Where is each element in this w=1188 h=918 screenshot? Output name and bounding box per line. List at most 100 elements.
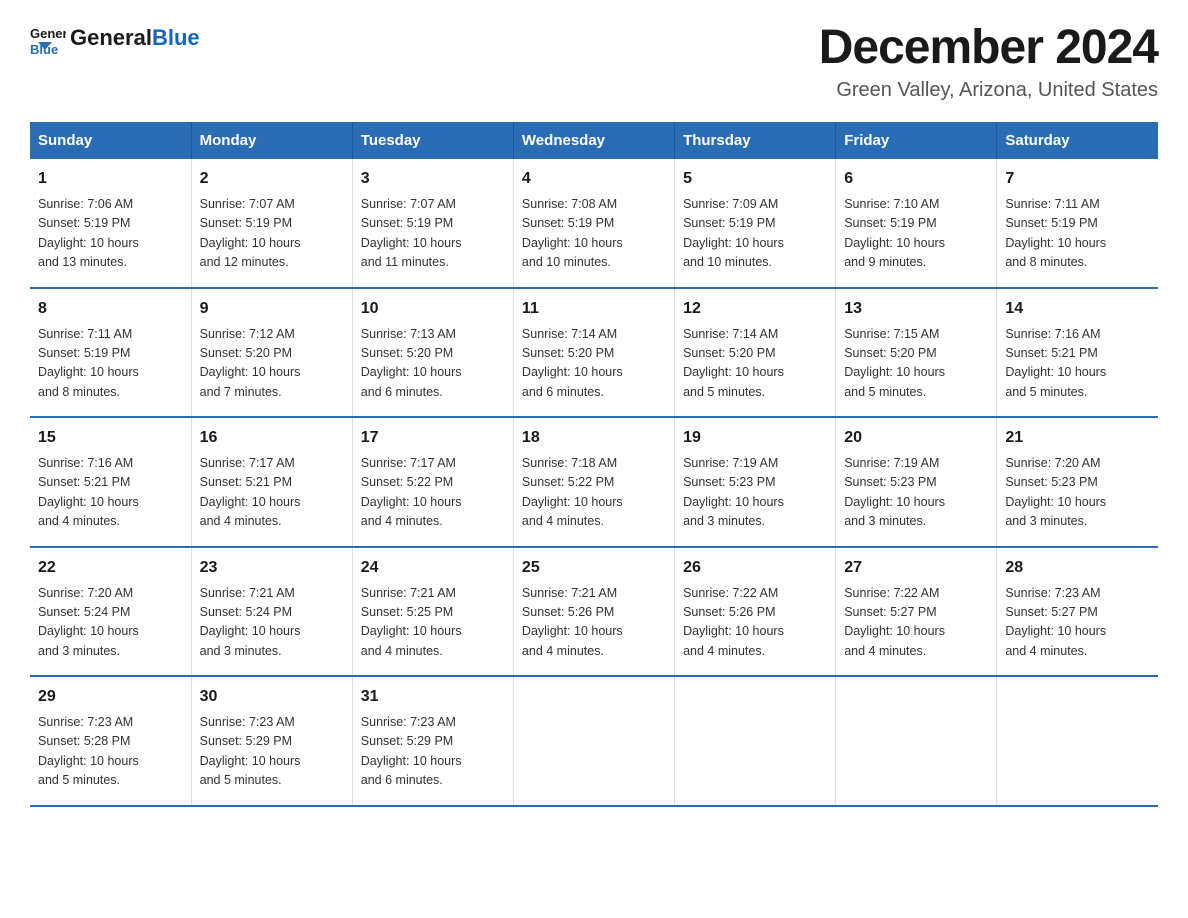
day-number: 30 xyxy=(200,685,344,709)
calendar-cell: 2 Sunrise: 7:07 AM Sunset: 5:19 PM Dayli… xyxy=(191,159,352,288)
page-header: General Blue GeneralBlue December 2024 G… xyxy=(30,20,1158,102)
calendar-cell: 26 Sunrise: 7:22 AM Sunset: 5:26 PM Dayl… xyxy=(675,547,836,677)
day-number: 15 xyxy=(38,426,183,450)
day-number: 29 xyxy=(38,685,183,709)
day-info: Sunrise: 7:11 AM Sunset: 5:19 PM Dayligh… xyxy=(38,325,183,403)
day-number: 18 xyxy=(522,426,666,450)
calendar-cell: 16 Sunrise: 7:17 AM Sunset: 5:21 PM Dayl… xyxy=(191,417,352,547)
calendar-cell: 30 Sunrise: 7:23 AM Sunset: 5:29 PM Dayl… xyxy=(191,676,352,806)
calendar-cell: 31 Sunrise: 7:23 AM Sunset: 5:29 PM Dayl… xyxy=(352,676,513,806)
day-number: 5 xyxy=(683,167,827,191)
day-info: Sunrise: 7:17 AM Sunset: 5:22 PM Dayligh… xyxy=(361,454,505,532)
header-row: Sunday Monday Tuesday Wednesday Thursday… xyxy=(30,122,1158,159)
day-info: Sunrise: 7:16 AM Sunset: 5:21 PM Dayligh… xyxy=(38,454,183,532)
day-number: 14 xyxy=(1005,297,1150,321)
day-info: Sunrise: 7:06 AM Sunset: 5:19 PM Dayligh… xyxy=(38,195,183,273)
calendar-cell: 21 Sunrise: 7:20 AM Sunset: 5:23 PM Dayl… xyxy=(997,417,1158,547)
day-number: 21 xyxy=(1005,426,1150,450)
calendar-table: Sunday Monday Tuesday Wednesday Thursday… xyxy=(30,122,1158,807)
day-number: 3 xyxy=(361,167,505,191)
svg-text:General: General xyxy=(30,26,66,41)
calendar-cell xyxy=(675,676,836,806)
day-info: Sunrise: 7:11 AM Sunset: 5:19 PM Dayligh… xyxy=(1005,195,1150,273)
calendar-cell: 12 Sunrise: 7:14 AM Sunset: 5:20 PM Dayl… xyxy=(675,288,836,418)
col-monday: Monday xyxy=(191,122,352,159)
calendar-week-3: 15 Sunrise: 7:16 AM Sunset: 5:21 PM Dayl… xyxy=(30,417,1158,547)
calendar-week-2: 8 Sunrise: 7:11 AM Sunset: 5:19 PM Dayli… xyxy=(30,288,1158,418)
logo-general: General xyxy=(70,25,152,50)
day-info: Sunrise: 7:20 AM Sunset: 5:24 PM Dayligh… xyxy=(38,584,183,662)
day-info: Sunrise: 7:21 AM Sunset: 5:26 PM Dayligh… xyxy=(522,584,666,662)
day-number: 11 xyxy=(522,297,666,321)
month-title: December 2024 xyxy=(819,20,1158,75)
day-number: 10 xyxy=(361,297,505,321)
day-info: Sunrise: 7:23 AM Sunset: 5:28 PM Dayligh… xyxy=(38,713,183,791)
day-number: 20 xyxy=(844,426,988,450)
calendar-cell xyxy=(997,676,1158,806)
day-info: Sunrise: 7:23 AM Sunset: 5:29 PM Dayligh… xyxy=(200,713,344,791)
calendar-cell: 4 Sunrise: 7:08 AM Sunset: 5:19 PM Dayli… xyxy=(513,159,674,288)
day-info: Sunrise: 7:20 AM Sunset: 5:23 PM Dayligh… xyxy=(1005,454,1150,532)
day-info: Sunrise: 7:13 AM Sunset: 5:20 PM Dayligh… xyxy=(361,325,505,403)
day-info: Sunrise: 7:22 AM Sunset: 5:26 PM Dayligh… xyxy=(683,584,827,662)
day-number: 19 xyxy=(683,426,827,450)
day-info: Sunrise: 7:23 AM Sunset: 5:27 PM Dayligh… xyxy=(1005,584,1150,662)
calendar-cell xyxy=(513,676,674,806)
day-info: Sunrise: 7:10 AM Sunset: 5:19 PM Dayligh… xyxy=(844,195,988,273)
day-info: Sunrise: 7:12 AM Sunset: 5:20 PM Dayligh… xyxy=(200,325,344,403)
calendar-body: 1 Sunrise: 7:06 AM Sunset: 5:19 PM Dayli… xyxy=(30,159,1158,806)
calendar-cell: 9 Sunrise: 7:12 AM Sunset: 5:20 PM Dayli… xyxy=(191,288,352,418)
calendar-cell: 17 Sunrise: 7:17 AM Sunset: 5:22 PM Dayl… xyxy=(352,417,513,547)
logo-icon: General Blue xyxy=(30,20,66,56)
day-number: 23 xyxy=(200,556,344,580)
calendar-week-1: 1 Sunrise: 7:06 AM Sunset: 5:19 PM Dayli… xyxy=(30,159,1158,288)
logo-blue: Blue xyxy=(152,25,200,50)
calendar-header: Sunday Monday Tuesday Wednesday Thursday… xyxy=(30,122,1158,159)
calendar-cell: 25 Sunrise: 7:21 AM Sunset: 5:26 PM Dayl… xyxy=(513,547,674,677)
logo: General Blue GeneralBlue xyxy=(30,20,200,56)
calendar-cell: 20 Sunrise: 7:19 AM Sunset: 5:23 PM Dayl… xyxy=(836,417,997,547)
col-wednesday: Wednesday xyxy=(513,122,674,159)
day-number: 4 xyxy=(522,167,666,191)
day-number: 1 xyxy=(38,167,183,191)
calendar-cell: 22 Sunrise: 7:20 AM Sunset: 5:24 PM Dayl… xyxy=(30,547,191,677)
day-info: Sunrise: 7:22 AM Sunset: 5:27 PM Dayligh… xyxy=(844,584,988,662)
calendar-cell: 13 Sunrise: 7:15 AM Sunset: 5:20 PM Dayl… xyxy=(836,288,997,418)
day-number: 27 xyxy=(844,556,988,580)
calendar-cell: 11 Sunrise: 7:14 AM Sunset: 5:20 PM Dayl… xyxy=(513,288,674,418)
day-info: Sunrise: 7:18 AM Sunset: 5:22 PM Dayligh… xyxy=(522,454,666,532)
day-info: Sunrise: 7:19 AM Sunset: 5:23 PM Dayligh… xyxy=(844,454,988,532)
day-number: 12 xyxy=(683,297,827,321)
calendar-cell xyxy=(836,676,997,806)
title-section: December 2024 Green Valley, Arizona, Uni… xyxy=(819,20,1158,102)
day-info: Sunrise: 7:07 AM Sunset: 5:19 PM Dayligh… xyxy=(361,195,505,273)
day-info: Sunrise: 7:19 AM Sunset: 5:23 PM Dayligh… xyxy=(683,454,827,532)
day-number: 8 xyxy=(38,297,183,321)
col-sunday: Sunday xyxy=(30,122,191,159)
day-info: Sunrise: 7:09 AM Sunset: 5:19 PM Dayligh… xyxy=(683,195,827,273)
day-number: 6 xyxy=(844,167,988,191)
day-info: Sunrise: 7:07 AM Sunset: 5:19 PM Dayligh… xyxy=(200,195,344,273)
day-info: Sunrise: 7:15 AM Sunset: 5:20 PM Dayligh… xyxy=(844,325,988,403)
day-number: 2 xyxy=(200,167,344,191)
day-number: 22 xyxy=(38,556,183,580)
day-info: Sunrise: 7:14 AM Sunset: 5:20 PM Dayligh… xyxy=(683,325,827,403)
day-info: Sunrise: 7:08 AM Sunset: 5:19 PM Dayligh… xyxy=(522,195,666,273)
day-info: Sunrise: 7:14 AM Sunset: 5:20 PM Dayligh… xyxy=(522,325,666,403)
calendar-cell: 27 Sunrise: 7:22 AM Sunset: 5:27 PM Dayl… xyxy=(836,547,997,677)
calendar-cell: 14 Sunrise: 7:16 AM Sunset: 5:21 PM Dayl… xyxy=(997,288,1158,418)
col-tuesday: Tuesday xyxy=(352,122,513,159)
location: Green Valley, Arizona, United States xyxy=(819,79,1158,102)
calendar-cell: 29 Sunrise: 7:23 AM Sunset: 5:28 PM Dayl… xyxy=(30,676,191,806)
calendar-week-5: 29 Sunrise: 7:23 AM Sunset: 5:28 PM Dayl… xyxy=(30,676,1158,806)
calendar-cell: 28 Sunrise: 7:23 AM Sunset: 5:27 PM Dayl… xyxy=(997,547,1158,677)
calendar-cell: 18 Sunrise: 7:18 AM Sunset: 5:22 PM Dayl… xyxy=(513,417,674,547)
day-number: 13 xyxy=(844,297,988,321)
day-info: Sunrise: 7:21 AM Sunset: 5:25 PM Dayligh… xyxy=(361,584,505,662)
day-info: Sunrise: 7:17 AM Sunset: 5:21 PM Dayligh… xyxy=(200,454,344,532)
calendar-cell: 1 Sunrise: 7:06 AM Sunset: 5:19 PM Dayli… xyxy=(30,159,191,288)
calendar-cell: 5 Sunrise: 7:09 AM Sunset: 5:19 PM Dayli… xyxy=(675,159,836,288)
calendar-cell: 7 Sunrise: 7:11 AM Sunset: 5:19 PM Dayli… xyxy=(997,159,1158,288)
logo-text: GeneralBlue xyxy=(70,26,200,50)
svg-text:Blue: Blue xyxy=(30,42,58,56)
